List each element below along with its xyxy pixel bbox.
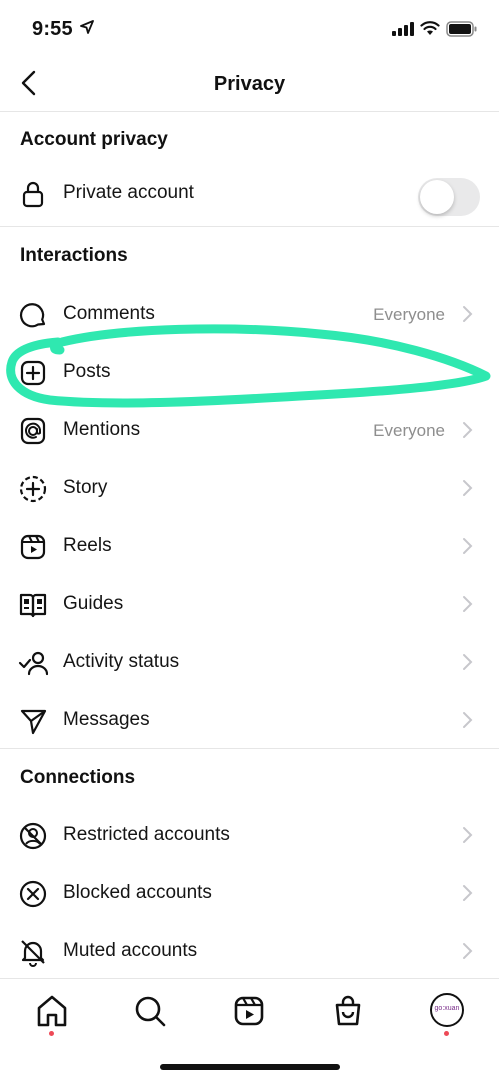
- connections-item-label: Muted accounts: [63, 940, 198, 961]
- add-post-icon: [20, 360, 46, 386]
- interactions-item-value: Everyone: [373, 305, 445, 324]
- comment-icon: [19, 303, 46, 328]
- activity-status-icon: [18, 651, 48, 676]
- chevron-right-icon: [463, 306, 473, 322]
- section-title-connections: Connections: [20, 767, 136, 788]
- chevron-right-icon: [463, 885, 473, 901]
- toggle-knob: [420, 180, 454, 214]
- chevron-right-icon: [463, 943, 473, 959]
- muted-icon: [21, 940, 45, 967]
- interactions-item-label: Messages: [63, 709, 150, 730]
- private-account-toggle[interactable]: [418, 178, 480, 216]
- chevron-right-icon: [463, 480, 473, 496]
- connections-item-label: Restricted accounts: [63, 824, 230, 845]
- interactions-item-posts[interactable]: Posts: [0, 344, 499, 400]
- cellular-signal-icon: [392, 22, 414, 36]
- chevron-right-icon: [463, 712, 473, 728]
- interactions-item-guides[interactable]: Guides: [0, 576, 499, 632]
- interactions-item-label: Posts: [63, 361, 111, 382]
- interactions-item-label: Mentions: [63, 419, 141, 440]
- notification-dot: [444, 1031, 449, 1036]
- connections-item-blocked[interactable]: Blocked accounts: [0, 865, 499, 921]
- interactions-item-activity-status[interactable]: Activity status: [0, 634, 499, 690]
- status-time: 9:55: [32, 18, 73, 40]
- blocked-icon: [19, 880, 47, 908]
- notification-dot: [49, 1031, 54, 1036]
- interactions-item-label: Guides: [63, 593, 124, 614]
- interactions-item-mentions[interactable]: Mentions Everyone: [0, 402, 499, 458]
- profile-avatar[interactable]: go:xuan: [430, 993, 464, 1027]
- messages-icon: [20, 709, 47, 735]
- interactions-item-label: Reels: [63, 535, 112, 556]
- interactions-item-label: Story: [63, 477, 108, 498]
- shop-icon[interactable]: [328, 991, 368, 1031]
- divider: [0, 226, 499, 227]
- divider: [0, 748, 499, 749]
- home-icon[interactable]: [32, 991, 72, 1031]
- avatar-text: go:xuan: [434, 1005, 460, 1012]
- private-account-label: Private account: [63, 182, 194, 203]
- connections-item-muted[interactable]: Muted accounts: [0, 923, 499, 979]
- battery-icon: [446, 21, 477, 37]
- mention-icon: [20, 417, 46, 445]
- interactions-item-story[interactable]: Story: [0, 460, 499, 516]
- location-arrow-icon: [80, 20, 94, 34]
- interactions-item-comments[interactable]: Comments Everyone: [0, 286, 499, 342]
- restricted-icon: [19, 822, 47, 850]
- search-icon[interactable]: [130, 991, 170, 1031]
- chevron-right-icon: [463, 827, 473, 843]
- wifi-icon: [420, 21, 440, 35]
- connections-item-restricted[interactable]: Restricted accounts: [0, 807, 499, 863]
- chevron-right-icon: [463, 654, 473, 670]
- section-title-account-privacy: Account privacy: [20, 129, 168, 150]
- section-title-interactions: Interactions: [20, 245, 128, 266]
- chevron-right-icon: [463, 538, 473, 554]
- reels-icon: [20, 534, 46, 560]
- guides-icon: [19, 593, 47, 618]
- home-indicator: [160, 1064, 340, 1070]
- interactions-item-reels[interactable]: Reels: [0, 518, 499, 574]
- interactions-item-label: Activity status: [63, 651, 180, 672]
- connections-item-label: Blocked accounts: [63, 882, 212, 903]
- lock-icon: [22, 181, 44, 208]
- interactions-item-label: Comments: [63, 303, 155, 324]
- chevron-right-icon: [463, 422, 473, 438]
- status-bar: 9:55: [0, 0, 499, 58]
- page-title: Privacy: [213, 73, 286, 95]
- interactions-item-value: Everyone: [373, 421, 445, 440]
- reels-icon[interactable]: [229, 991, 269, 1031]
- nav-header: Privacy: [0, 58, 499, 112]
- story-icon: [19, 475, 47, 503]
- interactions-item-messages[interactable]: Messages: [0, 692, 499, 748]
- chevron-right-icon: [463, 596, 473, 612]
